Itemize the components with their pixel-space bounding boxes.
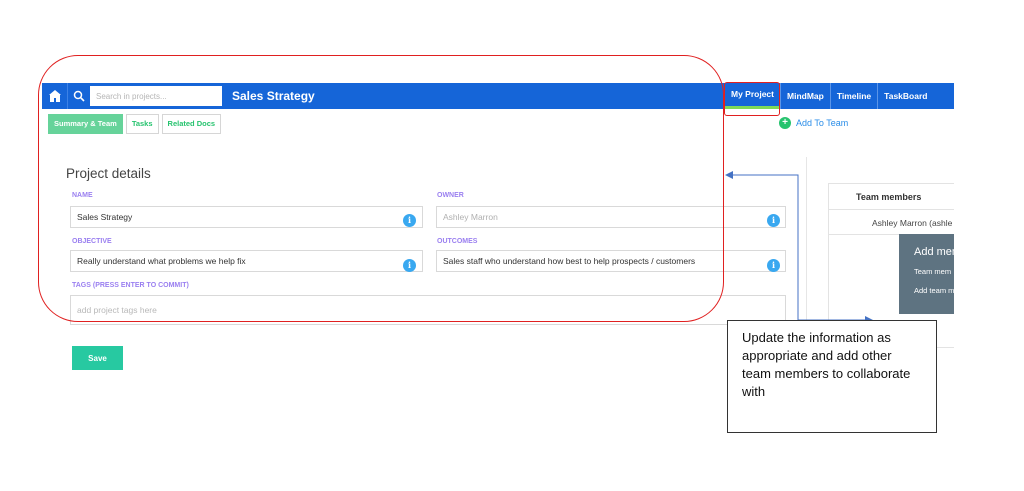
tags-label: TAGS (PRESS ENTER TO COMMIT) [72, 282, 189, 289]
annotation-note: Update the information as appropriate an… [727, 320, 937, 433]
name-label: NAME [72, 192, 93, 199]
info-icon[interactable]: i [767, 259, 780, 272]
add-to-team-label: Add To Team [796, 118, 849, 128]
owner-label: OWNER [437, 192, 464, 199]
nav-tabs: My Project MindMap Timeline TaskBoard [725, 83, 933, 109]
tab-my-project[interactable]: My Project [725, 83, 780, 109]
info-icon[interactable]: i [403, 214, 416, 227]
team-member-row[interactable]: Ashley Marron (ashle [829, 211, 954, 235]
top-bar: Sales Strategy My Project MindMap Timeli… [42, 83, 954, 109]
outcomes-label: OUTCOMES [437, 238, 478, 245]
divider [806, 157, 807, 347]
subtab-related-docs[interactable]: Related Docs [161, 114, 222, 134]
owner-field[interactable]: Ashley Marron [436, 206, 786, 228]
section-title: Project details [66, 166, 151, 181]
outcomes-field[interactable]: Sales staff who understand how best to h… [436, 250, 786, 272]
tab-timeline[interactable]: Timeline [829, 83, 877, 109]
subtab-tasks[interactable]: Tasks [125, 114, 159, 134]
subtabs: Summary & Team Tasks Related Docs [48, 114, 224, 134]
tags-input[interactable] [70, 295, 786, 325]
search-icon [73, 90, 85, 102]
project-title: Sales Strategy [232, 89, 315, 103]
subtab-summary-team[interactable]: Summary & Team [48, 114, 123, 134]
tab-mindmap[interactable]: MindMap [780, 83, 830, 109]
home-button[interactable] [42, 83, 68, 109]
add-member-popup: Add mem Team mem Add team m [899, 234, 954, 314]
search-button[interactable] [69, 83, 89, 109]
popup-title: Add mem [914, 246, 954, 258]
search-input[interactable] [90, 86, 222, 106]
team-members-header: Team members [829, 184, 954, 210]
popup-text: Add team m [914, 286, 954, 295]
name-field[interactable]: Sales Strategy [70, 206, 423, 228]
home-icon [48, 90, 61, 102]
objective-label: OBJECTIVE [72, 238, 112, 245]
add-to-team-button[interactable]: + Add To Team [779, 116, 848, 130]
popup-text: Team mem [914, 267, 952, 276]
info-icon[interactable]: i [767, 214, 780, 227]
objective-field[interactable]: Really understand what problems we help … [70, 250, 423, 272]
save-button[interactable]: Save [72, 346, 123, 370]
tab-taskboard[interactable]: TaskBoard [877, 83, 933, 109]
plus-icon: + [779, 117, 791, 129]
info-icon[interactable]: i [403, 259, 416, 272]
